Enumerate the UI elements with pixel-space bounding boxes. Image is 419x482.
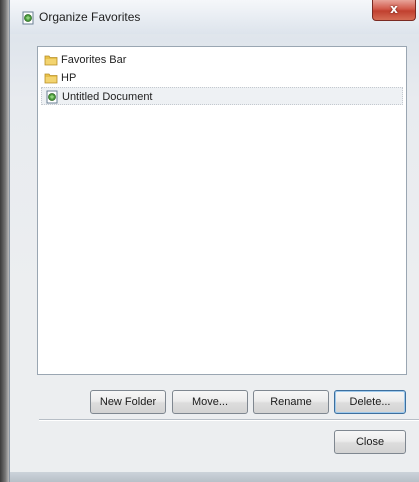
dialog-title: Organize Favorites xyxy=(39,10,141,24)
button-separator xyxy=(39,419,419,421)
list-item-label: Untitled Document xyxy=(62,91,153,103)
folder-icon xyxy=(44,53,58,67)
list-item[interactable]: Untitled Document xyxy=(41,87,403,105)
favorites-list[interactable]: Favorites Bar HP Untitled Document xyxy=(37,46,407,375)
favorites-page-icon xyxy=(21,11,35,25)
window-close-button[interactable]: x xyxy=(372,0,416,21)
list-item-label: HP xyxy=(61,72,77,84)
screenshot-frame: Organize Favorites x Favorites Bar HP Un… xyxy=(0,0,419,482)
list-item[interactable]: HP xyxy=(41,69,403,87)
title-bar[interactable]: Organize Favorites x xyxy=(10,0,419,34)
background-edge xyxy=(0,0,9,482)
folder-icon xyxy=(44,71,58,85)
close-icon: x xyxy=(390,2,398,16)
dialog-bottom-edge xyxy=(10,472,419,482)
organize-favorites-dialog: Organize Favorites x Favorites Bar HP Un… xyxy=(9,0,419,482)
new-folder-button[interactable]: New Folder xyxy=(90,390,166,414)
list-item-label: Favorites Bar xyxy=(61,54,127,66)
web-page-icon xyxy=(45,90,59,104)
move-button[interactable]: Move... xyxy=(172,390,248,414)
list-item[interactable]: Favorites Bar xyxy=(41,51,403,69)
delete-button[interactable]: Delete... xyxy=(334,390,406,414)
close-button[interactable]: Close xyxy=(334,430,406,454)
rename-button[interactable]: Rename xyxy=(253,390,329,414)
